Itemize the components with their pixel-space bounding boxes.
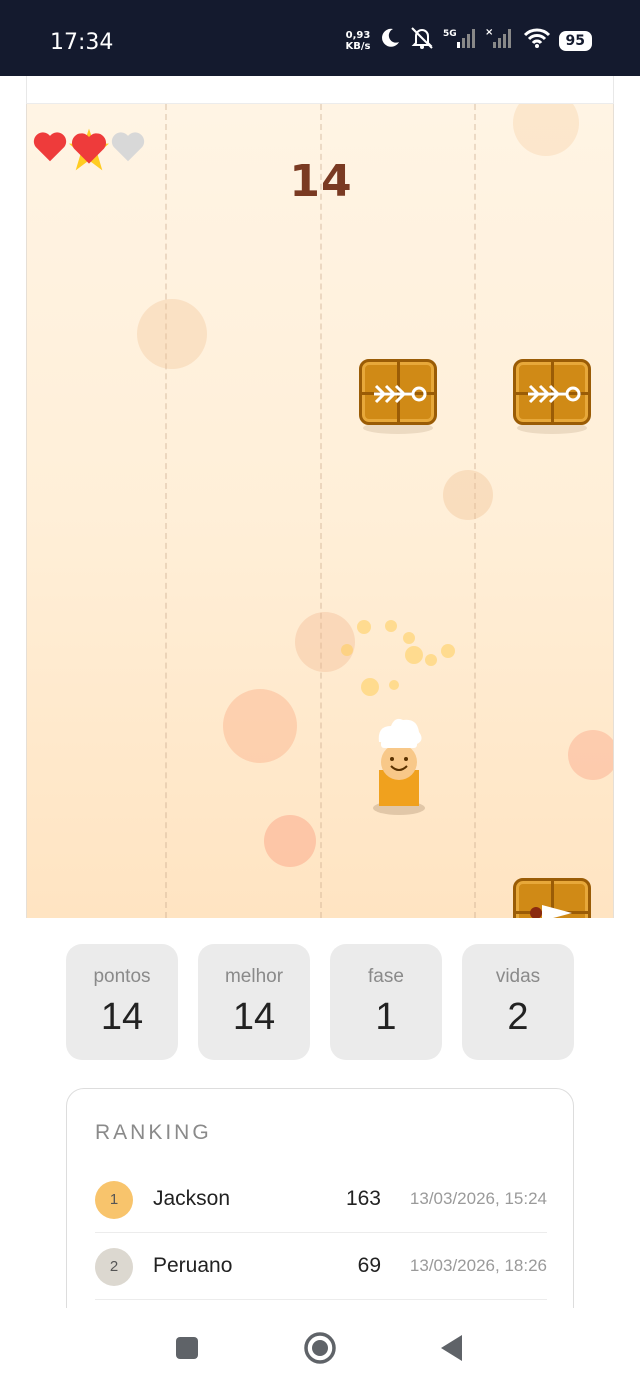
background-bubble	[513, 104, 579, 156]
sparkle-dot	[357, 620, 371, 634]
fishbone-crate	[513, 359, 591, 425]
player-name: Jackson	[153, 1187, 231, 1210]
stats-row: pontos 14 melhor 14 fase 1 vidas 2	[66, 944, 574, 1060]
recents-square-icon[interactable]	[175, 1336, 199, 1365]
net-speed-value: 0,93	[345, 29, 371, 41]
status-time: 17:34	[50, 30, 114, 55]
sparkle-dot	[341, 644, 353, 656]
fish-crate	[513, 878, 591, 918]
background-bubble	[295, 612, 355, 672]
sparkle-dot	[385, 620, 397, 632]
player-points: 69	[357, 1254, 381, 1277]
svg-text:×: ×	[485, 27, 493, 38]
stat-value: 14	[100, 996, 144, 1038]
ranking-row: 1 Jackson 163 13/03/2026, 15:24	[95, 1167, 547, 1233]
rank-badge: 2	[95, 1248, 133, 1286]
stat-card-best: melhor 14	[198, 944, 310, 1060]
stat-card-lives: vidas 2	[462, 944, 574, 1060]
stat-label: fase	[368, 966, 404, 987]
stat-value: 14	[232, 996, 276, 1038]
sparkle-dot	[405, 646, 423, 664]
net-speed-unit: KB/s	[345, 40, 371, 52]
stat-label: vidas	[495, 966, 541, 987]
lane-divider	[165, 104, 167, 918]
sparkle-dot	[389, 680, 399, 690]
stat-value: 1	[375, 996, 397, 1038]
bell-muted-icon	[409, 26, 435, 55]
moon-icon	[379, 27, 401, 54]
chef-player	[373, 716, 425, 816]
background-bubble	[137, 299, 207, 369]
wifi-icon	[523, 27, 551, 54]
lane-divider	[320, 104, 322, 918]
fishbone-icon	[528, 384, 581, 404]
home-circle-icon[interactable]	[303, 1331, 337, 1370]
stat-value: 2	[507, 996, 529, 1038]
fishbone-icon	[374, 384, 427, 404]
top-card-fragment	[26, 76, 614, 104]
system-nav-bar	[0, 1308, 640, 1386]
background-bubble	[568, 730, 613, 780]
game-score: 14	[289, 156, 353, 207]
status-icons: 0,93 KB/s 5G × 95	[346, 26, 592, 55]
battery-level: 95	[558, 30, 592, 51]
back-triangle-icon[interactable]	[440, 1334, 464, 1367]
background-bubble	[264, 815, 316, 867]
ranking-row: 2 Peruano 69 13/03/2026, 18:26	[95, 1234, 547, 1300]
score-date: 13/03/2026, 18:26	[409, 1256, 547, 1275]
status-bar: 17:34 0,93 KB/s 5G × 95	[0, 0, 640, 76]
sparkle-dot	[361, 678, 379, 696]
signal-5g-icon: 5G	[443, 26, 477, 55]
sparkle-dot	[441, 644, 455, 658]
player-points: 163	[345, 1187, 381, 1210]
fishbone-crate	[359, 359, 437, 425]
rank-badge: 1	[95, 1181, 133, 1219]
ranking-title: RANKING	[95, 1121, 212, 1144]
player-name: Peruano	[153, 1254, 233, 1277]
stat-label: melhor	[224, 966, 284, 987]
game-canvas[interactable]: 14	[26, 104, 614, 918]
stat-card-level: fase 1	[330, 944, 442, 1060]
net-speed: 0,93 KB/s	[346, 30, 371, 52]
sparkle-dot	[425, 654, 437, 666]
background-bubble	[443, 470, 493, 520]
sparkle-dot	[403, 632, 415, 644]
stat-card-points: pontos 14	[66, 944, 178, 1060]
signal-no-sim-icon: ×	[485, 26, 515, 55]
score-date: 13/03/2026, 15:24	[409, 1189, 547, 1208]
background-bubble	[223, 689, 297, 763]
stat-label: pontos	[93, 966, 151, 987]
fish-icon	[530, 905, 572, 918]
svg-text:5G: 5G	[443, 29, 457, 39]
